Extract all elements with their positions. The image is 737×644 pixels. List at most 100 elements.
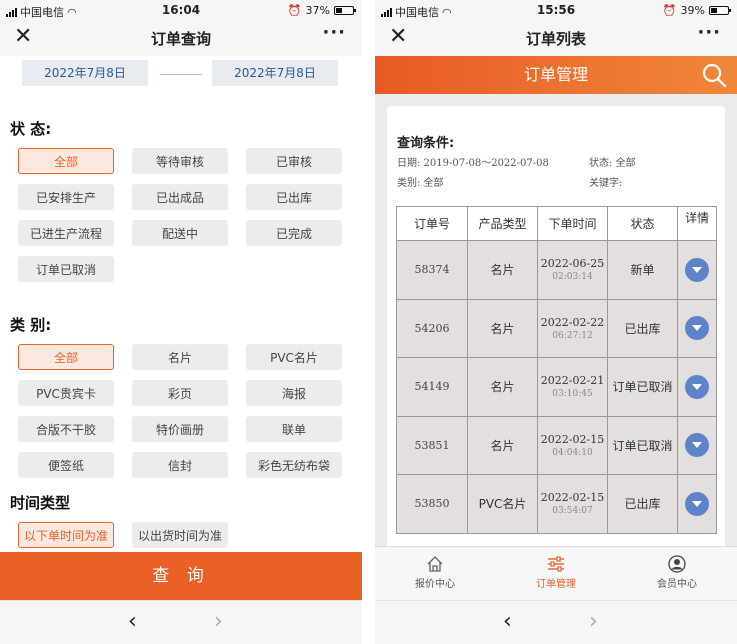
back-icon[interactable]: ‹	[128, 609, 137, 634]
category-option[interactable]: 彩色无纺布袋	[246, 452, 342, 478]
category-option[interactable]: 合版不干胶	[18, 416, 114, 442]
order-id: 54149	[396, 357, 468, 417]
chevron-down-icon[interactable]	[685, 316, 709, 341]
chevron-down-icon[interactable]	[685, 491, 709, 516]
detail-cell	[677, 298, 717, 358]
tab-label: 报价中心	[415, 579, 455, 590]
category-option[interactable]: 联单	[246, 416, 342, 442]
tab-quote-center[interactable]: 报价中心	[375, 547, 495, 601]
more-icon[interactable]: ···	[697, 22, 721, 43]
back-icon[interactable]: ‹	[503, 609, 512, 634]
table-row[interactable]: 53851 名片 2022-02-15 04:04:10 订单已取消	[396, 415, 717, 475]
order-time: 2022-02-21 03:10:45	[537, 357, 608, 417]
status-option[interactable]: 已安排生产	[18, 184, 114, 210]
query-conditions-title: 查询条件:	[397, 136, 455, 151]
status-option[interactable]: 全部	[18, 148, 114, 174]
product-type: PVC名片	[467, 474, 538, 534]
status-option[interactable]: 等待审核	[132, 148, 228, 174]
user-icon	[668, 555, 686, 573]
query-button[interactable]: 查 询	[0, 552, 362, 600]
page-title: 订单查询	[150, 30, 211, 48]
status-option[interactable]: 已审核	[246, 148, 342, 174]
status-bar: 中国电信 ◠ 15:56 ⏰ 39%	[375, 0, 737, 20]
battery-icon	[709, 6, 731, 15]
forward-icon[interactable]: ›	[589, 609, 598, 634]
home-icon	[427, 556, 443, 572]
date-from-field[interactable]: 2022年7月8日	[22, 60, 148, 86]
table-row[interactable]: 53850 PVC名片 2022-02-15 03:54:07 已出库	[396, 474, 717, 534]
col-header-order-time: 下单时间	[537, 206, 608, 241]
table-row[interactable]: 54206 名片 2022-02-22 06:27:12 已出库	[396, 298, 717, 358]
battery-icon	[334, 6, 356, 15]
search-icon[interactable]	[701, 62, 727, 88]
table-row[interactable]: 54149 名片 2022-02-21 03:10:45 订单已取消	[396, 357, 717, 417]
query-category: 类别: 全部	[397, 178, 444, 189]
time-type-option[interactable]: 以出货时间为准	[132, 522, 228, 548]
date-to-field[interactable]: 2022年7月8日	[212, 60, 338, 86]
category-section-title: 类 别:	[10, 316, 52, 334]
order-date: 2022-02-21	[540, 374, 605, 388]
chevron-down-icon[interactable]	[685, 433, 709, 458]
order-clock: 03:10:45	[552, 389, 593, 400]
category-option[interactable]: 信封	[132, 452, 228, 478]
order-list-body[interactable]: 查询条件: 日期: 2019-07-08～2022-07-08 状态: 全部 类…	[375, 94, 737, 546]
order-time: 2022-02-22 06:27:12	[537, 298, 608, 358]
product-type: 名片	[467, 415, 538, 475]
order-clock: 06:27:12	[552, 330, 593, 341]
detail-cell	[677, 415, 717, 475]
page-title: 订单列表	[525, 30, 586, 48]
category-option[interactable]: 特价画册	[132, 416, 228, 442]
alarm-icon: ⏰	[662, 4, 677, 17]
product-type: 名片	[467, 298, 538, 358]
tab-label: 会员中心	[657, 579, 697, 590]
status-bar: 中国电信 ◠ 16:04 ⏰ 37%	[0, 0, 362, 20]
tab-order-management[interactable]: 订单管理	[496, 547, 616, 601]
table-row[interactable]: 58374 名片 2022-06-25 02:03:14 新单	[396, 240, 717, 300]
order-card: 查询条件: 日期: 2019-07-08～2022-07-08 状态: 全部 类…	[387, 106, 725, 546]
category-option[interactable]: 便签纸	[18, 452, 114, 478]
order-status: 订单已取消	[607, 357, 678, 417]
query-form: 2022年7月8日 2022年7月8日 状 态: 全部 等待审核 已审核 已安排生产已…	[0, 56, 362, 552]
detail-cell	[677, 357, 717, 417]
detail-cell	[677, 474, 717, 534]
browser-bottom-nav: ‹ ›	[0, 600, 362, 644]
chevron-down-icon[interactable]	[685, 257, 709, 282]
category-option[interactable]: PVC名片	[246, 344, 342, 370]
alarm-icon: ⏰	[287, 4, 302, 17]
status-option[interactable]: 已进生产流程	[18, 220, 114, 246]
forward-icon[interactable]: ›	[214, 609, 223, 634]
status-option[interactable]: 已完成	[246, 220, 342, 246]
query-date: 日期: 2019-07-08～2022-07-08	[397, 158, 549, 169]
category-option[interactable]: 全部	[18, 344, 114, 370]
header-title: 订单管理	[523, 65, 588, 84]
category-option[interactable]: 海报	[246, 380, 342, 406]
time-type-option[interactable]: 以下单时间为准	[18, 522, 114, 548]
status-option[interactable]: 已出库	[246, 184, 342, 210]
query-keyword: 关键字:	[589, 178, 623, 189]
status-option[interactable]: 订单已取消	[18, 256, 114, 282]
product-type: 名片	[467, 357, 538, 417]
nav-bar: ✕ 订单查询 ···	[0, 20, 362, 56]
category-option[interactable]: PVC贵宾卡	[18, 380, 114, 406]
order-status: 订单已取消	[607, 415, 678, 475]
more-icon[interactable]: ···	[322, 22, 346, 43]
battery-percent: 39%	[680, 4, 705, 17]
table-header-row: 订单号 产品类型 下单时间 状态 详情	[396, 206, 717, 241]
tab-member-center[interactable]: 会员中心	[617, 547, 737, 601]
status-option[interactable]: 配送中	[132, 220, 228, 246]
status-option[interactable]: 已出成品	[132, 184, 228, 210]
category-option[interactable]: 名片	[132, 344, 228, 370]
order-id: 53850	[396, 474, 468, 534]
order-time: 2022-02-15 04:04:10	[537, 415, 608, 475]
order-query-screen: 中国电信 ◠ 16:04 ⏰ 37% ✕ 订单查询 ··· 2022年7月8日 …	[0, 0, 362, 644]
order-status: 新单	[607, 240, 678, 300]
order-time: 2022-02-15 03:54:07	[537, 474, 608, 534]
order-id: 53851	[396, 415, 468, 475]
category-option[interactable]: 彩页	[132, 380, 228, 406]
order-management-header: 订单管理	[375, 56, 737, 94]
chevron-down-icon[interactable]	[685, 374, 709, 399]
col-header-detail: 详情	[677, 206, 717, 241]
col-header-product-type: 产品类型	[467, 206, 538, 241]
order-status: 已出库	[607, 298, 678, 358]
order-date: 2022-02-15	[540, 491, 605, 505]
